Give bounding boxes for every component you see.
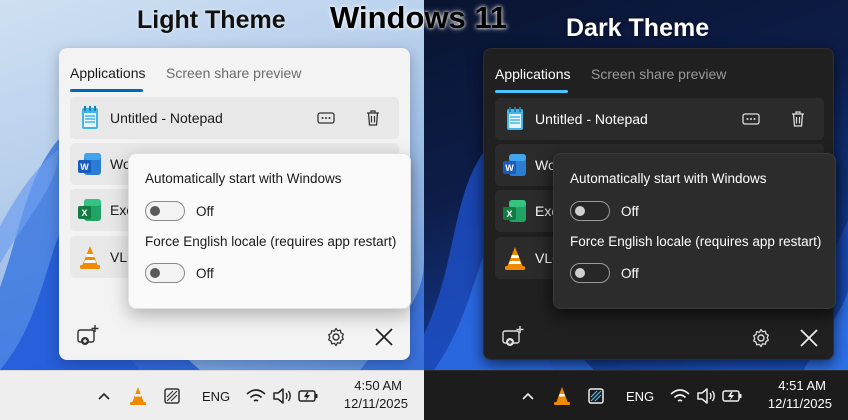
clock-date[interactable]: 12/11/2025 [768, 396, 832, 411]
svg-text:X: X [506, 209, 512, 219]
volume-icon[interactable] [270, 384, 294, 408]
battery-icon[interactable] [721, 384, 745, 408]
english-locale-toggle[interactable] [145, 263, 185, 283]
light-theme-label: Light Theme [137, 6, 286, 34]
light-theme-panel: Light Theme Applications Screen share pr… [0, 0, 424, 420]
autostart-label: Automatically start with Windows [145, 171, 342, 186]
notepad-icon [507, 107, 523, 130]
app-row-notepad[interactable]: Untitled - Notepad [70, 97, 399, 139]
active-tab-indicator [495, 90, 568, 93]
trash-icon[interactable] [787, 108, 809, 130]
snipping-tool-icon[interactable] [584, 384, 608, 408]
gear-icon[interactable] [323, 324, 349, 350]
language-indicator[interactable]: ENG [202, 389, 230, 404]
tab-bar: Applications Screen share preview [484, 49, 833, 93]
app-name: Untitled - Notepad [535, 111, 648, 127]
english-locale-label: Force English locale (requires app resta… [570, 234, 822, 249]
active-tab-indicator [70, 89, 143, 92]
svg-text:W: W [80, 162, 89, 172]
excel-icon: X [503, 200, 526, 222]
clock-date[interactable]: 12/11/2025 [344, 396, 408, 411]
vlc-icon[interactable] [126, 384, 150, 408]
add-window-icon[interactable] [75, 323, 101, 349]
autostart-state: Off [621, 204, 639, 219]
english-locale-state: Off [621, 266, 639, 281]
clock-time[interactable]: 4:50 AM [354, 378, 402, 393]
language-indicator[interactable]: ENG [626, 389, 654, 404]
snipping-tool-icon[interactable] [160, 384, 184, 408]
english-locale-label: Force English locale (requires app resta… [145, 234, 397, 249]
autostart-toggle[interactable] [145, 201, 185, 221]
vlc-icon [80, 246, 100, 269]
tab-applications[interactable]: Applications [495, 66, 571, 82]
svg-text:X: X [81, 208, 87, 218]
settings-flyout-light: Automatically start with Windows Off For… [128, 153, 411, 309]
autostart-label: Automatically start with Windows [570, 171, 767, 186]
english-locale-toggle[interactable] [570, 263, 610, 283]
windows-11-title: Windows 11 [330, 0, 508, 35]
tab-applications[interactable]: Applications [70, 65, 146, 81]
word-icon: W [78, 153, 101, 175]
word-icon: W [503, 154, 526, 176]
excel-icon: X [78, 199, 101, 221]
wifi-icon[interactable] [244, 384, 268, 408]
autostart-state: Off [196, 204, 214, 219]
english-locale-state: Off [196, 266, 214, 281]
chevron-up-icon[interactable] [92, 384, 116, 408]
app-row-notepad[interactable]: Untitled - Notepad [495, 98, 824, 140]
toggle-knob [150, 206, 160, 216]
tab-screen-share-preview[interactable]: Screen share preview [166, 65, 301, 81]
screen-share-icon[interactable] [315, 107, 337, 129]
trash-icon[interactable] [362, 107, 384, 129]
volume-icon[interactable] [694, 384, 718, 408]
app-name: Untitled - Notepad [110, 110, 223, 126]
close-icon[interactable] [796, 325, 822, 351]
dark-theme-label: Dark Theme [566, 14, 710, 42]
add-window-icon[interactable] [500, 324, 526, 350]
notepad-icon [82, 106, 98, 129]
toggle-knob [150, 268, 160, 278]
vlc-icon [505, 247, 525, 270]
screen-share-icon[interactable] [740, 108, 762, 130]
taskbar-light: ENG 4:50 AM 12/11/2025 [0, 370, 424, 420]
svg-text:W: W [505, 163, 514, 173]
taskbar-dark: ENG 4:51 AM 12/11/2025 [424, 370, 848, 420]
gear-icon[interactable] [748, 325, 774, 351]
toggle-knob [575, 206, 585, 216]
close-icon[interactable] [371, 324, 397, 350]
wifi-icon[interactable] [668, 384, 692, 408]
toggle-knob [575, 268, 585, 278]
chevron-up-icon[interactable] [516, 384, 540, 408]
settings-flyout-dark: Automatically start with Windows Off For… [553, 153, 836, 309]
tab-screen-share-preview[interactable]: Screen share preview [591, 66, 726, 82]
vlc-icon[interactable] [550, 384, 574, 408]
battery-icon[interactable] [297, 384, 321, 408]
clock-time[interactable]: 4:51 AM [778, 378, 826, 393]
autostart-toggle[interactable] [570, 201, 610, 221]
tab-bar: Applications Screen share preview [59, 48, 410, 92]
